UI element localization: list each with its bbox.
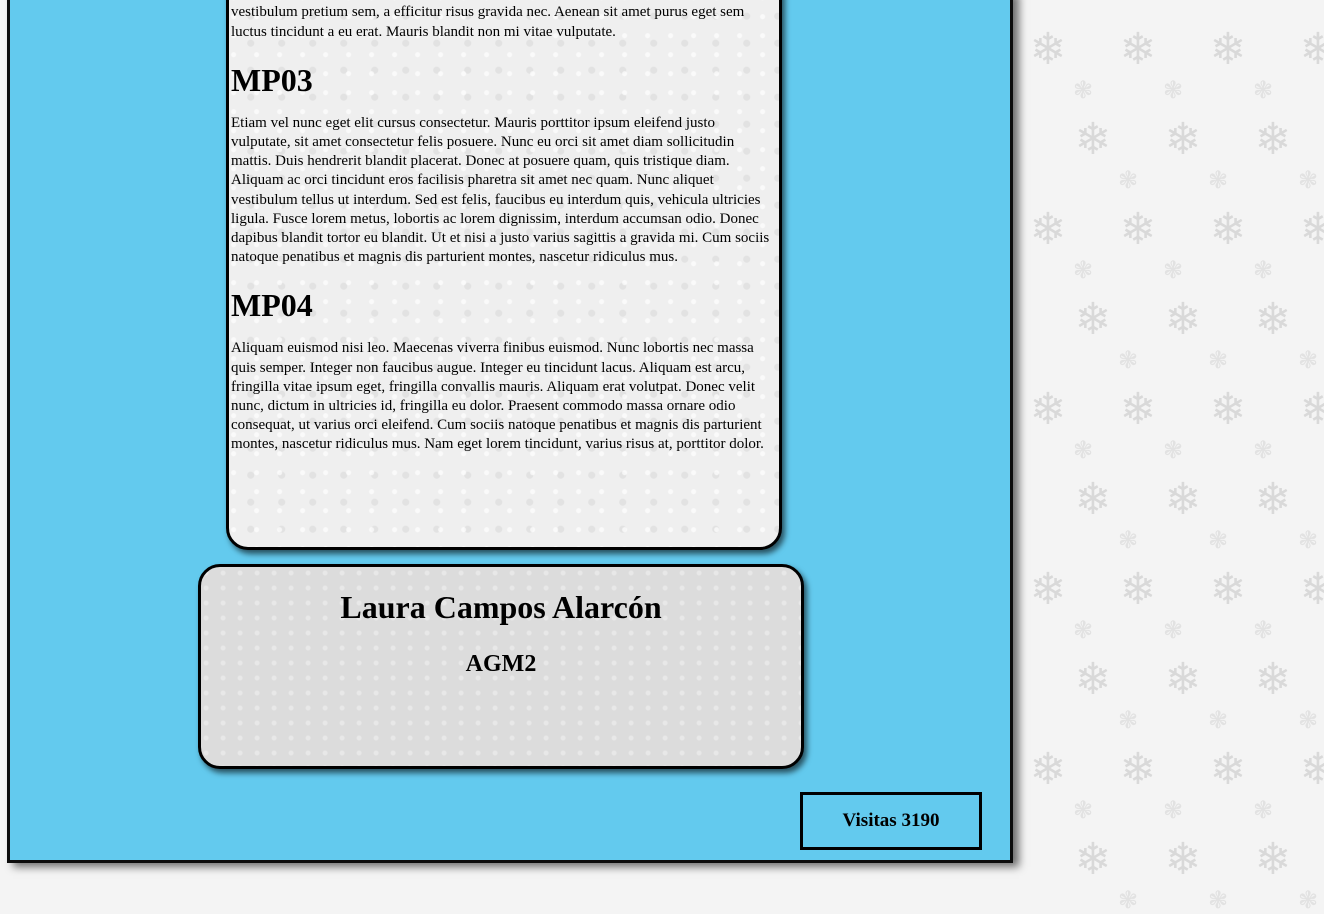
small-snowflake-icon: ❃ [1072,616,1094,644]
snowflake-icon: ❄ [1119,204,1157,255]
small-snowflake-icon: ❃ [1162,256,1184,284]
snowflake-icon: ❄ [1209,744,1247,795]
snowflake-icon: ❄ [1254,294,1292,345]
snowflake-icon: ❄ [1164,474,1202,525]
snowflake-icon: ❄ [1029,744,1067,795]
snowflake-icon: ❄ [1119,744,1157,795]
section-heading-mp03: MP03 [231,61,313,98]
visit-counter: Visitas 3190 [800,792,982,850]
snowflake-icon: ❄ [1299,384,1324,435]
snowflake-icon: ❄ [1029,384,1067,435]
snowflake-icon: ❄ [1029,564,1067,615]
snowflake-icon: ❄ [1299,744,1324,795]
snowflake-icon: ❄ [1029,204,1067,255]
snowflake-icon: ❄ [1299,204,1324,255]
snowflake-icon: ❄ [1254,654,1292,705]
small-snowflake-icon: ❃ [1297,526,1319,554]
author-group: AGM2 [465,651,537,677]
intro-paragraph: quis molestie velit imperdiet mollis nul… [231,0,766,40]
snowflake-icon: ❄ [1299,24,1324,75]
section-text-mp03: Etiam vel nunc eget elit cursus consecte… [231,114,770,266]
small-snowflake-icon: ❃ [1072,796,1094,824]
snowflake-icon: ❄ [1074,294,1112,345]
snowflake-icon: ❄ [1029,24,1067,75]
small-snowflake-icon: ❃ [1117,526,1139,554]
snowflake-icon: ❄ [1209,384,1247,435]
snowflake-icon: ❄ [1164,114,1202,165]
snowflake-icon: ❄ [1254,474,1292,525]
snowflake-icon: ❄ [1119,24,1157,75]
small-snowflake-icon: ❃ [1252,76,1274,104]
small-snowflake-icon: ❃ [1117,166,1139,194]
small-snowflake-icon: ❃ [1072,76,1094,104]
small-snowflake-icon: ❃ [1072,436,1094,464]
small-snowflake-icon: ❃ [1162,76,1184,104]
small-snowflake-icon: ❃ [1162,436,1184,464]
small-snowflake-icon: ❃ [1117,706,1139,734]
small-snowflake-icon: ❃ [1297,346,1319,374]
small-snowflake-icon: ❃ [1297,166,1319,194]
section-heading-mp04: MP04 [231,287,313,324]
small-snowflake-icon: ❃ [1252,796,1274,824]
author-name: Laura Campos Alarcón [340,589,662,625]
small-snowflake-icon: ❃ [1252,436,1274,464]
snowflake-icon: ❄ [1074,114,1112,165]
small-snowflake-icon: ❃ [1117,886,1139,914]
snowflake-icon: ❄ [1254,834,1292,885]
small-snowflake-icon: ❃ [1207,166,1229,194]
content-card: quis molestie velit imperdiet mollis nul… [226,0,782,550]
snowflake-icon: ❄ [1074,474,1112,525]
snowflake-icon: ❄ [1164,834,1202,885]
small-snowflake-icon: ❃ [1072,256,1094,284]
background-snowflake-pattern: ❄ ❄ ❄ ❄ ❃ ❃ ❃ ❄ ❄ ❄ ❃ ❃ ❃ ❄ ❄ ❄ ❄ ❃ ❃ ❃ ❄ ❄ ❄ ❃ ❃ ❃ ❄ ❄ ❄ ❄ ❃ ❃ ❃ ❄ ❄ ❄ ❃ ❃ ❃ ❄… [1016,0,1324,912]
small-snowflake-icon: ❃ [1207,886,1229,914]
snowflake-icon: ❄ [1164,654,1202,705]
small-snowflake-icon: ❃ [1252,616,1274,644]
small-snowflake-icon: ❃ [1297,886,1319,914]
small-snowflake-icon: ❃ [1252,256,1274,284]
small-snowflake-icon: ❃ [1207,346,1229,374]
small-snowflake-icon: ❃ [1117,346,1139,374]
snowflake-icon: ❄ [1254,114,1292,165]
small-snowflake-icon: ❃ [1297,706,1319,734]
snowflake-icon: ❄ [1119,384,1157,435]
small-snowflake-icon: ❃ [1162,616,1184,644]
snowflake-icon: ❄ [1074,834,1112,885]
snowflake-icon: ❄ [1209,204,1247,255]
snowflake-icon: ❄ [1209,564,1247,615]
content-inner: quis molestie velit imperdiet mollis nul… [231,0,773,455]
snowflake-icon: ❄ [1299,564,1324,615]
small-snowflake-icon: ❃ [1207,526,1229,554]
snowflake-icon: ❄ [1209,24,1247,75]
snowflake-icon: ❄ [1119,564,1157,615]
small-snowflake-icon: ❃ [1207,706,1229,734]
snowflake-icon: ❄ [1164,294,1202,345]
profile-card: Laura Campos Alarcón AGM2 [198,564,804,769]
section-text-mp04: Aliquam euismod nisi leo. Maecenas viver… [231,340,764,453]
snowflake-icon: ❄ [1074,654,1112,705]
small-snowflake-icon: ❃ [1162,796,1184,824]
